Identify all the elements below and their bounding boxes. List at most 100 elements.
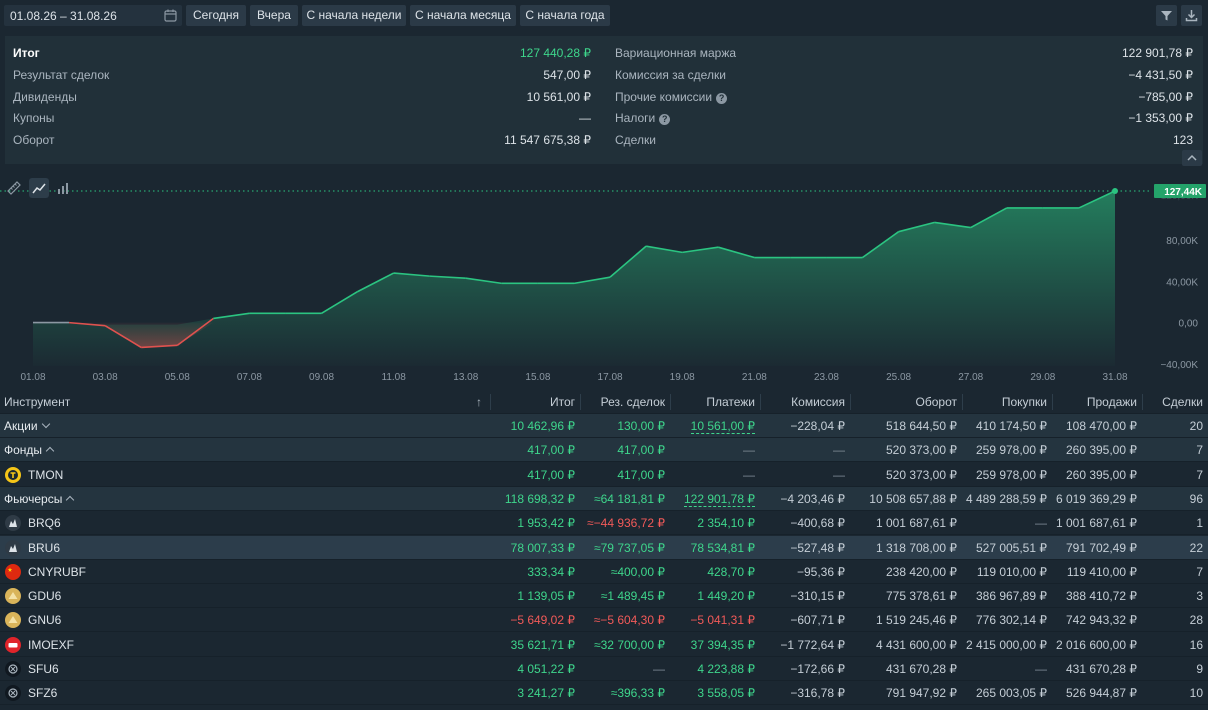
cell-total: 417,00 ₽ xyxy=(527,467,575,482)
cell-commission: — xyxy=(833,467,845,482)
table-group-row[interactable]: Акции 10 462,96 ₽ 130,00 ₽ 10 561,00 ₽ −228,… xyxy=(0,414,1208,438)
cell-deals: 28 xyxy=(1189,613,1203,628)
y-tick-label: 80,00K xyxy=(1166,236,1198,247)
summary-other-commission-text: Прочие комиссии xyxy=(615,90,713,104)
summary-other-commission-label: Прочие комиссии? xyxy=(615,90,728,104)
x-tick-label: 15.08 xyxy=(525,372,550,383)
cell-payments: 428,70 ₽ xyxy=(707,564,755,579)
cell-turnover: 431 670,28 ₽ xyxy=(885,662,957,676)
table-row[interactable]: BRQ6 1 953,42 ₽ ≈−44 936,72 ₽ 2 354,10 ₽ −40… xyxy=(0,511,1208,536)
table-row[interactable]: IMOEXF 35 621,71 ₽ ≈32 700,00 ₽ 37 394,35 ₽… xyxy=(0,632,1208,657)
col-trade-result[interactable]: Рез. сделок xyxy=(601,390,665,414)
sort-arrow-icon[interactable]: ↑ xyxy=(476,390,482,414)
cell-total: 35 621,71 ₽ xyxy=(510,637,575,652)
table-row[interactable]: SFU6 4 051,22 ₽ — 4 223,88 ₽ −172,66 ₽ 431 67… xyxy=(0,657,1208,681)
cell-turnover: 518 644,50 ₽ xyxy=(885,419,957,433)
cell-buys: 265 003,05 ₽ xyxy=(975,686,1047,701)
cell-turnover: 4 431 600,00 ₽ xyxy=(875,637,957,652)
col-buys[interactable]: Покупки xyxy=(1002,390,1047,414)
table-row[interactable]: BRU6 78 007,33 ₽ ≈79 737,05 ₽ 78 534,81 ₽ −5… xyxy=(0,535,1208,560)
cell-total: 333,34 ₽ xyxy=(527,564,575,579)
month-start-button[interactable]: С начала месяца xyxy=(410,5,516,26)
payments-link[interactable]: 10 561,00 ₽ xyxy=(690,419,755,434)
last-value-label: 127,44K xyxy=(1164,187,1203,198)
futures-logo-icon xyxy=(5,661,21,677)
col-instrument[interactable]: Инструмент xyxy=(4,390,70,414)
col-total[interactable]: Итог xyxy=(550,390,575,414)
x-tick-label: 21.08 xyxy=(742,372,767,383)
cell-deals: 7 xyxy=(1196,467,1203,482)
cell-deals: 1 xyxy=(1196,516,1203,531)
date-range-field[interactable]: 01.08.26 – 31.08.26 xyxy=(4,5,182,26)
col-sells[interactable]: Продажи xyxy=(1087,390,1137,414)
summary-panel: Итог 127 440,28 ₽ Результат сделок 547,0… xyxy=(5,36,1203,164)
yesterday-button[interactable]: Вчера xyxy=(250,5,298,26)
cell-commission: −527,48 ₽ xyxy=(790,540,845,555)
summary-total-label: Итог xyxy=(13,46,40,60)
cell-sells: 6 019 369,29 ₽ xyxy=(1055,491,1137,506)
col-commission[interactable]: Комиссия xyxy=(791,390,845,414)
table-row[interactable]: CNYRUBF 333,34 ₽ ≈400,00 ₽ 428,70 ₽ −95,36 ₽… xyxy=(0,559,1208,584)
cell-trade-result: ≈400,00 ₽ xyxy=(610,564,665,579)
col-turnover[interactable]: Оборот xyxy=(916,390,957,414)
cell-trade-result: 130,00 ₽ xyxy=(617,419,665,433)
filter-button[interactable] xyxy=(1156,5,1177,26)
ruler-tool-button[interactable] xyxy=(4,178,24,198)
table-row[interactable]: GNU6 −5 649,02 ₽ ≈−5 604,30 ₽ −5 041,31 ₽ −6… xyxy=(0,608,1208,633)
cell-turnover: 520 373,00 ₽ xyxy=(885,467,957,482)
line-chart-tool-button[interactable] xyxy=(29,178,49,198)
summary-variation-margin-row: Вариационная маржа 122 901,78 ₽ xyxy=(615,44,1193,62)
col-payments[interactable]: Платежи xyxy=(706,390,755,414)
summary-dividends-value: 10 561,00 ₽ xyxy=(526,90,591,104)
cell-sells: 1 001 687,61 ₽ xyxy=(1055,516,1137,531)
chevron-up-icon[interactable] xyxy=(45,447,55,456)
chart-canvas[interactable]: 01.08 03.08 05.08 07.08 09.08 11.08 13.08 15.08… xyxy=(0,166,1208,388)
week-start-button[interactable]: С начала недели xyxy=(302,5,406,26)
summary-other-commission-value: −785,00 ₽ xyxy=(1138,90,1193,104)
cell-turnover: 10 508 657,88 ₽ xyxy=(869,491,957,506)
cell-total: 3 241,27 ₽ xyxy=(517,686,575,701)
chevron-down-icon[interactable] xyxy=(41,419,50,429)
y-axis: 120,00K−40,00K0,0040,00K80,00K xyxy=(1160,191,1198,371)
cell-commission: −172,66 ₽ xyxy=(790,662,845,676)
group-name[interactable]: Акции xyxy=(4,414,50,438)
cell-commission: −400,68 ₽ xyxy=(790,516,845,531)
last-point[interactable] xyxy=(1112,188,1118,194)
download-button[interactable] xyxy=(1181,5,1202,26)
help-icon[interactable]: ? xyxy=(716,93,728,104)
cell-buys: — xyxy=(1035,662,1047,676)
oil-icon xyxy=(5,539,21,556)
cell-payments: 78 534,81 ₽ xyxy=(690,540,755,555)
table-group-row[interactable]: Фьючерсы 118 698,32 ₽ ≈64 181,81 ₽ 122 901,… xyxy=(0,486,1208,511)
calendar-icon[interactable] xyxy=(164,9,177,22)
cell-sells: 108 470,00 ₽ xyxy=(1065,419,1137,433)
bar-chart-tool-button[interactable] xyxy=(54,178,74,198)
today-button[interactable]: Сегодня xyxy=(186,5,246,26)
x-tick-label: 19.08 xyxy=(670,372,695,383)
cell-turnover: 791 947,92 ₽ xyxy=(885,686,957,701)
cell-deals: 7 xyxy=(1196,564,1203,579)
instrument-name: SFU6 xyxy=(28,662,59,676)
group-name[interactable]: Фьючерсы xyxy=(4,487,75,511)
table-group-row[interactable]: Фонды 417,00 ₽ 417,00 ₽ — — 520 373,00 ₽ 259 9… xyxy=(0,438,1208,463)
cell-payments: 10 561,00 ₽ xyxy=(690,414,755,438)
year-start-button[interactable]: С начала года xyxy=(520,5,610,26)
bar-chart-icon xyxy=(58,183,68,194)
cell-buys: 259 978,00 ₽ xyxy=(975,443,1047,458)
cell-deals: 22 xyxy=(1189,540,1203,555)
help-icon[interactable]: ? xyxy=(659,114,671,125)
chevron-up-icon[interactable] xyxy=(66,495,75,505)
summary-deals-label: Сделки xyxy=(615,133,656,147)
tmon-logo-icon xyxy=(5,466,21,483)
cell-sells: 388 410,72 ₽ xyxy=(1065,589,1137,604)
cell-buys: 776 302,14 ₽ xyxy=(975,613,1047,628)
group-name[interactable]: Фонды xyxy=(4,438,55,462)
table-row[interactable]: SFZ6 3 241,27 ₽ ≈396,33 ₽ 3 558,05 ₽ −316,78… xyxy=(0,681,1208,706)
payments-link[interactable]: 122 901,78 ₽ xyxy=(683,491,755,507)
column-separator xyxy=(490,394,491,410)
cell-total: 118 698,32 ₽ xyxy=(504,491,575,506)
table-row[interactable]: GDU6 1 139,05 ₽ ≈1 489,45 ₽ 1 449,20 ₽ −310,… xyxy=(0,584,1208,609)
collapse-chart-button[interactable] xyxy=(1182,150,1202,166)
col-deals[interactable]: Сделки xyxy=(1162,390,1203,414)
table-row[interactable]: TMON 417,00 ₽ 417,00 ₽ — — 520 373,00 ₽ 259 97… xyxy=(0,462,1208,487)
